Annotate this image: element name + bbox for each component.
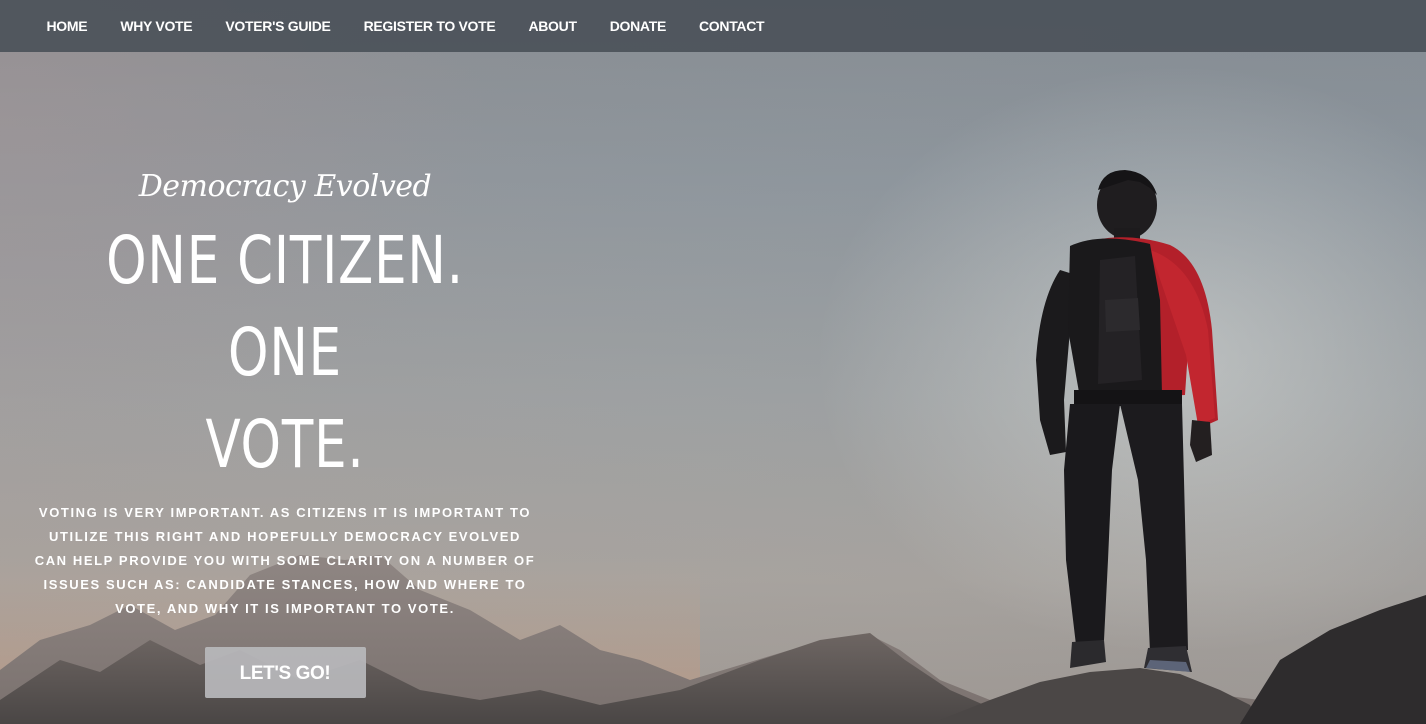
- hero-content: Democracy Evolved ONE CITIZEN. ONE VOTE.…: [30, 165, 540, 698]
- hero-tagline: Democracy Evolved: [138, 169, 432, 204]
- hero-headline: ONE CITIZEN. ONE VOTE.: [86, 215, 484, 491]
- hiker-figure: [1036, 170, 1218, 672]
- main-navigation: HOME WHY VOTE VOTER'S GUIDE REGISTER TO …: [0, 0, 1426, 52]
- right-rock: [1240, 595, 1426, 724]
- hero-section: HOME WHY VOTE VOTER'S GUIDE REGISTER TO …: [0, 0, 1426, 724]
- hero-headline-line-2: VOTE.: [205, 406, 365, 483]
- nav-home-link[interactable]: HOME: [30, 18, 104, 34]
- nav-register-to-vote-link[interactable]: REGISTER TO VOTE: [347, 18, 512, 34]
- nav-donate-link[interactable]: DONATE: [593, 18, 682, 34]
- nav-contact-link[interactable]: CONTACT: [683, 18, 781, 34]
- nav-voters-guide-link[interactable]: VOTER'S GUIDE: [209, 18, 347, 34]
- nav-about-link[interactable]: ABOUT: [512, 18, 593, 34]
- nav-why-vote-link[interactable]: WHY VOTE: [104, 18, 209, 34]
- hero-headline-line-1: ONE CITIZEN. ONE: [106, 222, 464, 391]
- lets-go-button[interactable]: LET'S GO!: [204, 647, 366, 698]
- hero-description: VOTING IS VERY IMPORTANT. AS CITIZENS IT…: [34, 505, 536, 616]
